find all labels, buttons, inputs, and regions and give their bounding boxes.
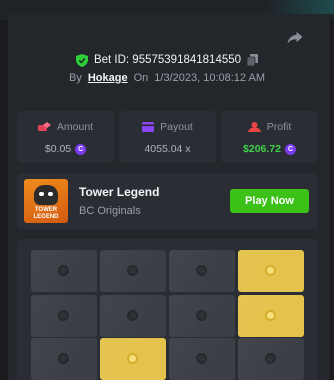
thumb-text-1: TOWER	[34, 207, 58, 213]
hidden-tile	[100, 295, 166, 337]
amount-icon	[37, 122, 51, 131]
stat-amount-label: Amount	[56, 121, 94, 133]
bet-id-text: Bet ID: 95575391841814550	[93, 54, 242, 66]
hidden-tile	[31, 295, 97, 337]
play-now-button[interactable]: Play Now	[230, 189, 309, 213]
stat-amount-value: $0.05	[44, 143, 72, 155]
bet-datetime: 1/3/2023, 10:08:12 AM	[154, 72, 265, 84]
game-thumbnail[interactable]: TOWER LEGEND	[24, 179, 68, 223]
hidden-tile	[238, 338, 304, 380]
hidden-tile	[169, 338, 235, 380]
coin-slot-icon	[58, 353, 69, 364]
coin-slot-icon	[127, 265, 138, 276]
bet-id-row: Bet ID: 95575391841814550	[0, 52, 334, 68]
mascot-eye	[48, 192, 53, 196]
coin-slot-icon	[58, 310, 69, 321]
stat-amount: Amount $0.05	[17, 111, 114, 163]
payout-card-icon	[142, 122, 155, 132]
gold-coin-icon	[265, 265, 276, 276]
stat-profit: Profit $206.72	[221, 111, 318, 163]
tower-board	[17, 239, 318, 380]
hidden-tile	[31, 338, 97, 380]
profit-icon	[247, 122, 261, 132]
coin-icon	[75, 143, 87, 155]
hidden-tile	[169, 250, 235, 292]
coin-icon	[284, 143, 296, 155]
game-subtitle: BC Originals	[79, 205, 141, 217]
hidden-tile	[169, 295, 235, 337]
coin-slot-icon	[196, 353, 207, 364]
coin-slot-icon	[196, 310, 207, 321]
stat-payout: Payout 4055.04 x	[119, 111, 216, 163]
coin-slot-icon	[58, 265, 69, 276]
bet-meta-row: By Hokage On 1/3/2023, 10:08:12 AM	[0, 71, 334, 85]
on-label: On	[133, 72, 149, 84]
stat-profit-label: Profit	[266, 121, 292, 133]
coin-slot-icon	[196, 265, 207, 276]
top-glow	[264, 0, 334, 14]
gold-coin-icon	[127, 353, 138, 364]
stat-payout-value: 4055.04 x	[144, 143, 191, 155]
mascot-eye	[39, 192, 44, 196]
coin-slot-icon	[265, 353, 276, 364]
share-icon[interactable]	[286, 28, 304, 46]
stat-profit-value: $206.72	[243, 143, 281, 155]
verified-shield-icon	[75, 53, 88, 67]
hidden-tile	[31, 250, 97, 292]
copy-icon[interactable]	[247, 54, 259, 66]
game-title[interactable]: Tower Legend	[79, 185, 159, 199]
stat-payout-label: Payout	[160, 121, 193, 133]
revealed-tile	[238, 250, 304, 292]
coin-slot-icon	[127, 310, 138, 321]
stats-row: Amount $0.05 Payout 4055.04 x Profit	[17, 111, 318, 163]
mascot-face	[34, 185, 58, 205]
by-label: By	[69, 72, 82, 84]
username-link[interactable]: Hokage	[88, 72, 128, 84]
thumb-text-2: LEGEND	[33, 214, 59, 220]
hidden-tile	[100, 250, 166, 292]
gold-coin-icon	[265, 310, 276, 321]
revealed-tile	[100, 338, 166, 380]
revealed-tile	[238, 295, 304, 337]
game-card: TOWER LEGEND Tower Legend BC Originals P…	[17, 173, 318, 229]
